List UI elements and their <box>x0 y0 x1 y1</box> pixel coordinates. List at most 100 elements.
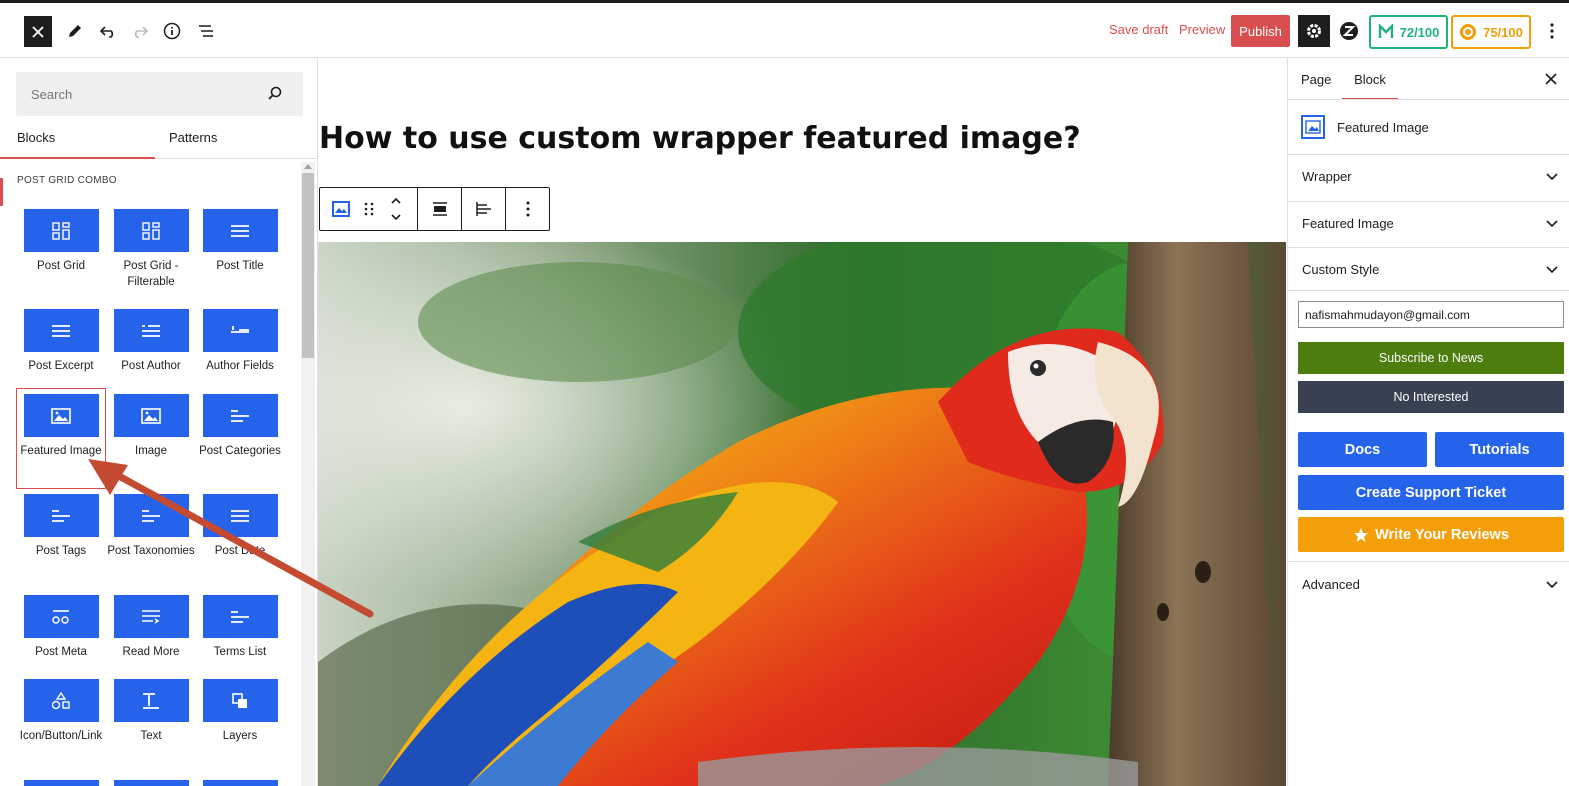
options-icon <box>526 201 529 217</box>
block-tile-partial[interactable] <box>113 780 189 786</box>
block-item-post-excerpt[interactable]: Post Excerpt <box>16 309 106 374</box>
panel-title: Advanced <box>1302 577 1360 592</box>
redo-button[interactable] <box>126 17 154 45</box>
tab-page[interactable]: Page <box>1301 58 1331 100</box>
panel-featured-image[interactable]: Featured Image <box>1302 216 1558 231</box>
undo-button[interactable] <box>94 17 122 45</box>
block-item-image[interactable]: Image <box>106 394 196 459</box>
readability-score-value: 75/100 <box>1483 24 1523 40</box>
tools-button[interactable] <box>61 17 89 45</box>
seo-score-badge[interactable]: 72/100 <box>1369 15 1448 49</box>
plugin-button[interactable] <box>1335 17 1363 45</box>
drag-handle[interactable] <box>358 188 380 230</box>
list-view-button[interactable] <box>192 17 220 45</box>
move-up-down-button[interactable] <box>384 188 408 230</box>
category-icon <box>23 494 99 537</box>
inserter-tabs: Blocks Patterns <box>0 122 317 159</box>
justify-button[interactable] <box>462 188 505 230</box>
tab-block[interactable]: Block <box>1342 58 1398 100</box>
post-title[interactable]: How to use custom wrapper featured image… <box>319 121 1081 156</box>
block-label: Post Categories <box>199 445 281 457</box>
read-more-icon <box>113 595 189 638</box>
tutorials-button[interactable]: Tutorials <box>1435 432 1564 467</box>
search-input[interactable] <box>16 72 256 116</box>
block-item-post-title[interactable]: Post Title <box>195 209 285 274</box>
block-label: Image <box>135 445 167 457</box>
write-review-button[interactable]: Write Your Reviews <box>1298 517 1564 552</box>
more-options-button[interactable] <box>1538 17 1566 45</box>
plugin-z-icon <box>1340 22 1358 40</box>
readability-score-badge[interactable]: 75/100 <box>1451 15 1531 49</box>
subscribe-button[interactable]: Subscribe to News <box>1298 342 1564 374</box>
gear-icon <box>1307 24 1321 38</box>
block-item-author-fields[interactable]: Author Fields <box>195 309 285 374</box>
editor-canvas: How to use custom wrapper featured image… <box>318 58 1286 786</box>
search-icon[interactable] <box>267 85 283 101</box>
pencil-icon <box>69 25 81 37</box>
save-draft-button[interactable]: Save draft <box>1109 22 1168 37</box>
tab-blocks[interactable]: Blocks <box>0 122 155 159</box>
settings-button[interactable] <box>1298 15 1330 47</box>
support-ticket-button[interactable]: Create Support Ticket <box>1298 475 1564 510</box>
block-item-post-date[interactable]: Post Date <box>195 494 285 559</box>
block-options-button[interactable] <box>506 188 549 230</box>
settings-sidebar: Page Block Featured Image Wrapper Featur… <box>1287 58 1569 786</box>
block-item-post-grid-filterable[interactable]: Post Grid - Filterable <box>106 209 196 290</box>
author-fields-icon <box>202 309 278 352</box>
block-label: Author Fields <box>206 360 274 372</box>
scroll-up-arrow[interactable] <box>304 164 312 169</box>
block-tile-partial[interactable] <box>23 780 99 786</box>
chevron-down-icon <box>1546 219 1558 227</box>
details-button[interactable] <box>158 17 186 45</box>
featured-image-photo[interactable] <box>318 242 1286 786</box>
block-item-read-more[interactable]: Read More <box>106 595 196 660</box>
scrollbar-thumb[interactable] <box>302 173 314 358</box>
block-label: Post Taxonomies <box>107 545 195 557</box>
block-label: Post Title <box>216 260 264 272</box>
block-inserter-panel: Blocks Patterns POST GRID COMBO Post Gri… <box>0 58 318 786</box>
undo-icon <box>99 26 114 38</box>
editor-top-bar: Save draft Preview Publish 72/100 75/100 <box>0 0 1569 58</box>
chevron-down-icon <box>1546 580 1558 588</box>
preview-button[interactable]: Preview <box>1179 22 1225 37</box>
block-item-text[interactable]: Text <box>106 679 196 744</box>
block-item-layers[interactable]: Layers <box>195 679 285 744</box>
block-label: Post Date <box>214 545 266 557</box>
image-icon <box>1301 115 1325 139</box>
block-label: Post Grid <box>37 260 85 272</box>
block-item-icon-button-link[interactable]: Icon/Button/Link <box>16 679 106 744</box>
block-label: Post Excerpt <box>28 360 94 372</box>
publish-button[interactable]: Publish <box>1231 15 1290 47</box>
block-item-terms-list[interactable]: Terms List <box>195 595 285 660</box>
block-tile-partial[interactable] <box>202 780 278 786</box>
tab-patterns[interactable]: Patterns <box>155 122 317 159</box>
align-icon <box>432 202 447 216</box>
panel-wrapper[interactable]: Wrapper <box>1302 169 1558 184</box>
close-editor-button[interactable] <box>24 16 52 47</box>
block-label: Text <box>140 730 162 742</box>
not-interested-button[interactable]: No Interested <box>1298 381 1564 413</box>
block-item-post-taxonomies[interactable]: Post Taxonomies <box>106 494 196 559</box>
close-sidebar-button[interactable] <box>1545 70 1557 90</box>
email-field[interactable] <box>1298 301 1564 328</box>
star-icon <box>1354 527 1369 542</box>
block-item-post-categories[interactable]: Post Categories <box>195 394 285 459</box>
block-label: Read More <box>122 646 180 658</box>
docs-button[interactable]: Docs <box>1298 432 1427 467</box>
readability-plugin-icon <box>1460 24 1477 40</box>
block-label: Post Grid - Filterable <box>123 260 179 288</box>
chevron-down-icon <box>1546 172 1558 180</box>
block-card: Featured Image <box>1301 115 1429 139</box>
block-type-button[interactable] <box>328 188 354 230</box>
block-item-post-meta[interactable]: Post Meta <box>16 595 106 660</box>
block-card-title: Featured Image <box>1337 119 1429 135</box>
info-icon <box>163 22 181 40</box>
block-item-post-grid[interactable]: Post Grid <box>16 209 106 274</box>
panel-custom-style[interactable]: Custom Style <box>1302 262 1558 277</box>
align-button[interactable] <box>418 188 461 230</box>
block-item-post-author[interactable]: Post Author <box>106 309 196 374</box>
text-icon <box>113 679 189 722</box>
block-item-post-tags[interactable]: Post Tags <box>16 494 106 559</box>
panel-advanced[interactable]: Advanced <box>1302 577 1558 592</box>
block-label: Post Author <box>121 360 181 372</box>
